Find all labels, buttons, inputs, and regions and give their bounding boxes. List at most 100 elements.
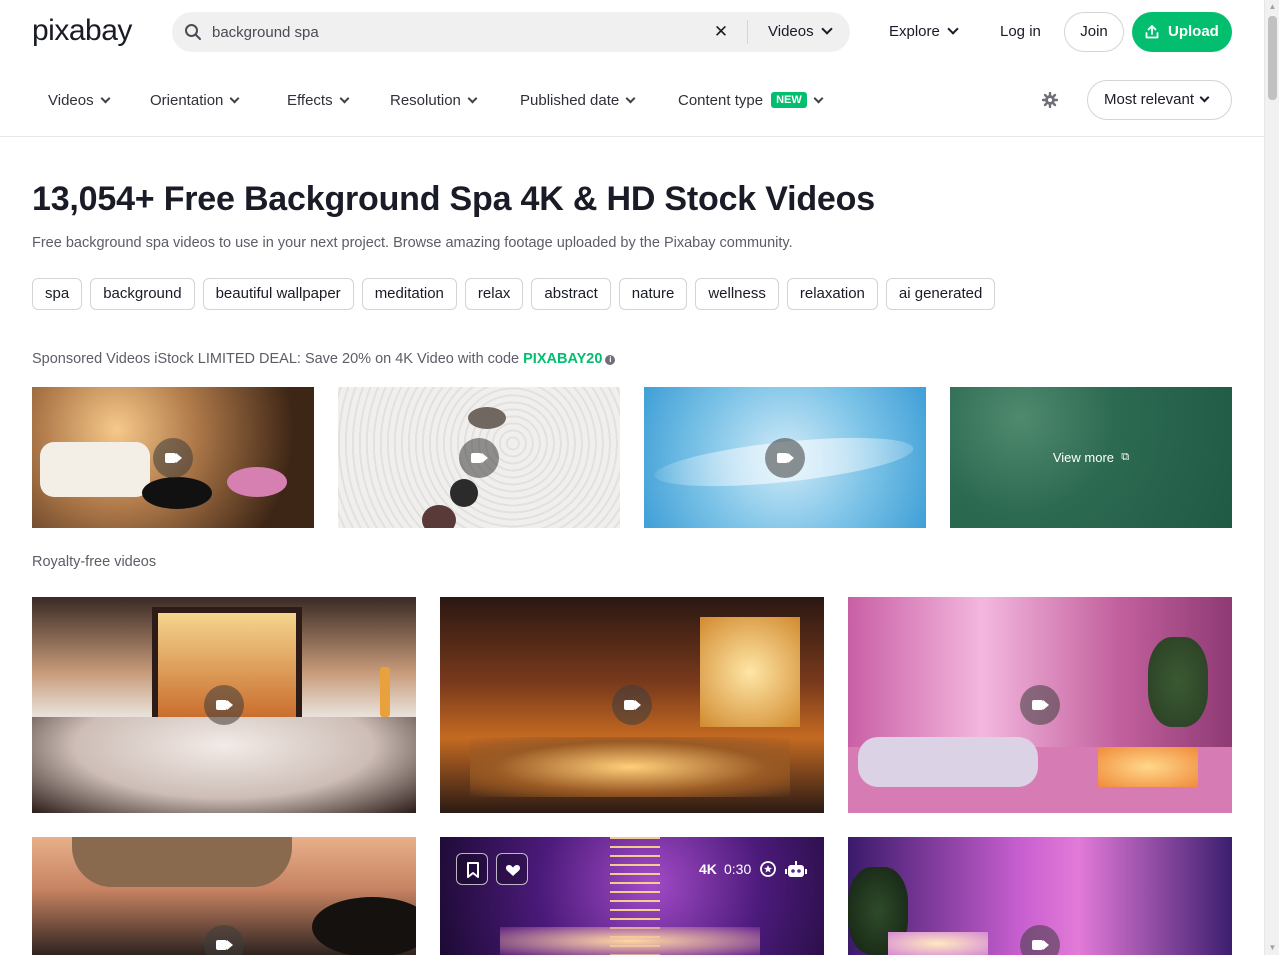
top-bar: pixabay ✕ Videos Explore Log in Join <box>0 0 1264 64</box>
video-camera-icon <box>204 685 244 725</box>
like-button[interactable] <box>496 853 528 885</box>
gear-icon[interactable] <box>1042 92 1058 108</box>
svg-text:pixabay: pixabay <box>32 14 132 47</box>
tag-chip[interactable]: wellness <box>695 278 779 310</box>
video-camera-icon <box>204 925 244 955</box>
pixabay-search-page: pixabay ✕ Videos Explore Log in Join <box>0 0 1279 955</box>
video-thumbnail[interactable] <box>848 837 1232 955</box>
page-title: 13,054+ Free Background Spa 4K & HD Stoc… <box>32 180 875 218</box>
video-thumbnail[interactable] <box>848 597 1232 813</box>
info-icon[interactable]: i <box>605 355 616 365</box>
sponsored-banner: Sponsored Videos iStock LIMITED DEAL: Sa… <box>32 351 616 367</box>
filter-videos[interactable]: Videos <box>48 83 111 119</box>
tag-chip[interactable]: background <box>90 278 195 310</box>
page-subtitle: Free background spa videos to use in you… <box>32 235 793 251</box>
duration-label: 0:30 <box>724 861 752 877</box>
chevron-down-icon <box>229 93 240 104</box>
video-thumbnail[interactable] <box>32 837 416 955</box>
video-camera-icon <box>1020 925 1060 955</box>
promo-code[interactable]: PIXABAY20 <box>523 351 602 367</box>
bookmark-button[interactable] <box>456 853 488 885</box>
tag-chip[interactable]: abstract <box>531 278 611 310</box>
sponsored-video-thumbnail[interactable] <box>644 387 926 528</box>
sponsored-video-thumbnail[interactable] <box>32 387 314 528</box>
search-input[interactable] <box>212 12 732 52</box>
video-thumbnail[interactable] <box>32 597 416 813</box>
sponsored-video-thumbnail[interactable] <box>338 387 620 528</box>
cushion-shape <box>858 737 1038 787</box>
media-type-label: Videos <box>768 23 814 40</box>
explore-menu[interactable]: Explore <box>889 12 959 52</box>
bathtub-shape <box>32 717 416 813</box>
upload-button[interactable]: Upload <box>1132 12 1232 52</box>
heart-icon <box>505 865 521 876</box>
search-divider <box>747 20 748 44</box>
video-thumbnail[interactable] <box>440 597 824 813</box>
tag-chip[interactable]: spa <box>32 278 83 310</box>
scroll-up-arrow-icon[interactable]: ▲ <box>1265 0 1279 14</box>
login-link[interactable]: Log in <box>1000 12 1041 52</box>
video-camera-icon <box>612 685 652 725</box>
video-camera-icon <box>1020 685 1060 725</box>
tag-chip[interactable]: nature <box>618 278 688 310</box>
scroll-down-arrow-icon[interactable]: ▼ <box>1265 941 1279 955</box>
filter-label: Effects <box>287 92 333 109</box>
bookmark-icon <box>467 862 479 878</box>
window-shape <box>700 617 800 727</box>
tag-chip[interactable]: relax <box>464 278 524 310</box>
filter-label: Content type <box>678 92 764 109</box>
stones-shape <box>142 477 212 509</box>
filter-resolution[interactable]: Resolution <box>390 83 478 119</box>
tag-chip[interactable]: meditation <box>361 278 457 310</box>
orchid-shape <box>227 467 287 497</box>
filter-label: Videos <box>48 92 94 109</box>
view-more-link[interactable]: View more ⧉ <box>950 387 1232 528</box>
chevron-down-icon <box>813 93 824 104</box>
filter-effects[interactable]: Effects <box>287 83 350 119</box>
filter-label: Resolution <box>390 92 461 109</box>
video-thumbnail[interactable]: 4K 0:30 <box>440 837 824 955</box>
chevron-down-icon <box>339 93 350 104</box>
ai-generated-icon <box>785 861 807 877</box>
tag-chip[interactable]: beautiful wallpaper <box>202 278 354 310</box>
filter-content-type[interactable]: Content type NEW <box>678 83 824 119</box>
premium-badge-icon <box>760 861 776 877</box>
filter-label: Published date <box>520 92 620 109</box>
quality-badge: 4K <box>699 861 717 877</box>
video-camera-icon <box>153 437 193 478</box>
join-button[interactable]: Join <box>1064 12 1124 52</box>
candle-shape <box>380 667 390 717</box>
tag-chip[interactable]: ai generated <box>885 278 996 310</box>
video-camera-icon <box>459 437 499 478</box>
candles-shape <box>888 932 988 955</box>
sponsored-text: Sponsored Videos iStock LIMITED DEAL: Sa… <box>32 351 524 367</box>
join-label: Join <box>1080 23 1108 40</box>
plant-shape <box>1148 637 1208 727</box>
stone-shape <box>450 479 478 507</box>
hair-shape <box>312 897 416 955</box>
filter-bar: Videos Orientation Effects Resolution Pu… <box>0 64 1264 137</box>
chevron-down-icon <box>947 23 959 35</box>
candles-shape <box>1098 747 1198 787</box>
chevron-down-icon <box>820 23 833 35</box>
view-more-tile[interactable]: View more ⧉ <box>950 387 1232 528</box>
sort-label: Most relevant <box>1104 91 1195 108</box>
chevron-down-icon <box>100 93 111 104</box>
candles-shape <box>500 927 760 955</box>
filter-orientation[interactable]: Orientation <box>150 83 240 119</box>
view-more-label: View more <box>1052 450 1115 465</box>
media-type-dropdown[interactable]: Videos <box>768 12 833 52</box>
page-scrollbar[interactable]: ▲ ▼ <box>1264 0 1279 955</box>
upload-label: Upload <box>1168 23 1219 40</box>
scrollbar-thumb[interactable] <box>1268 16 1277 100</box>
filter-published-date[interactable]: Published date <box>520 83 636 119</box>
external-link-icon: ⧉ <box>1121 451 1130 463</box>
stone-shape <box>422 505 456 528</box>
sort-dropdown[interactable]: Most relevant <box>1087 80 1232 120</box>
chevron-down-icon <box>1199 92 1210 103</box>
clear-search-icon[interactable]: ✕ <box>713 23 729 40</box>
filter-label: Orientation <box>150 92 224 109</box>
pixabay-logo[interactable]: pixabay <box>32 14 150 50</box>
tag-chip[interactable]: relaxation <box>786 278 878 310</box>
search-icon <box>185 24 201 40</box>
